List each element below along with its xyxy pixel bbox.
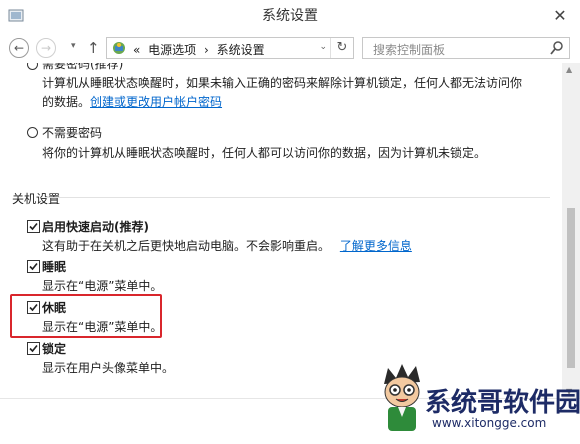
change-password-link[interactable]: 创建或更改用户帐户密码 <box>90 95 222 109</box>
lock-label: 锁定 <box>42 342 67 356</box>
checkmark-icon <box>29 303 38 312</box>
hibernate-checkbox[interactable] <box>27 301 40 314</box>
hibernate-desc: 显示在“电源”菜单中。 <box>42 320 163 334</box>
up-button[interactable]: ↑ <box>87 39 100 57</box>
fast-startup-desc: 这有助于在关机之后更快地启动电脑。不会影响重启。 了解更多信息 <box>42 237 412 254</box>
require-password-desc-2: 的数据。创建或更改用户帐户密码 <box>42 93 222 110</box>
no-password-desc: 将你的计算机从睡眠状态唤醒时，任何人都可以访问你的数据，因为计算机未锁定。 <box>42 146 487 160</box>
sleep-desc: 显示在“电源”菜单中。 <box>42 279 163 293</box>
search-placeholder: 搜索控制面板 <box>373 43 446 57</box>
chevron-down-icon[interactable]: ⌄ <box>319 42 327 52</box>
vertical-scrollbar[interactable]: ▲ ▼ <box>562 63 580 398</box>
breadcrumb-overflow[interactable]: « <box>133 43 140 57</box>
control-panel-icon <box>113 42 125 54</box>
watermark-url: www.xitongge.com <box>432 416 547 430</box>
section-divider <box>46 197 550 198</box>
require-password-label: 需要密码(推荐) <box>42 63 124 71</box>
fast-startup-checkbox[interactable] <box>27 220 40 233</box>
require-password-desc-2-text: 的数据。 <box>42 95 91 109</box>
refresh-button[interactable]: ↻ <box>330 38 353 58</box>
fast-startup-desc-text: 这有助于在关机之后更快地启动电脑。不会影响重启。 <box>42 239 331 253</box>
require-password-radio[interactable] <box>27 63 38 70</box>
checkmark-icon <box>29 344 38 353</box>
breadcrumb-system-settings[interactable]: 系统设置 <box>217 43 265 57</box>
close-button[interactable]: ✕ <box>548 4 572 28</box>
lock-checkbox[interactable] <box>27 342 40 355</box>
window-title: 系统设置 <box>262 8 318 24</box>
watermark-mascot-logo <box>384 364 420 431</box>
title-bar: 系统设置 ✕ <box>0 0 580 34</box>
shutdown-settings-header: 关机设置 <box>12 192 61 206</box>
require-password-desc-1: 计算机从睡眠状态唤醒时，如果未输入正确的密码来解除计算机锁定，任何人都无法访问你 <box>42 76 523 90</box>
navigation-bar: ← → ▾ ↑ « 电源选项 › 系统设置 ⌄ ↻ 搜索控制面板 <box>0 33 580 63</box>
back-button[interactable]: ← <box>9 38 29 58</box>
hibernate-label: 休眠 <box>42 301 67 315</box>
forward-button[interactable]: → <box>36 38 56 58</box>
recent-locations-dropdown[interactable]: ▾ <box>71 41 76 51</box>
fast-startup-label: 启用快速启动(推荐) <box>42 220 149 234</box>
search-icon <box>550 41 563 55</box>
address-bar[interactable]: « 电源选项 › 系统设置 ⌄ ↻ <box>106 37 354 59</box>
breadcrumb-power-options[interactable]: 电源选项 <box>148 43 196 57</box>
scrollbar-thumb[interactable] <box>567 208 575 368</box>
breadcrumb: « 电源选项 › 系统设置 <box>133 41 269 58</box>
learn-more-link[interactable]: 了解更多信息 <box>340 239 412 253</box>
watermark-title: 系统哥软件园 <box>425 388 580 418</box>
scroll-up-arrow-icon[interactable]: ▲ <box>566 65 572 74</box>
breadcrumb-separator: › <box>204 43 209 57</box>
sleep-label: 睡眠 <box>42 260 67 274</box>
settings-content: 需要密码(推荐) 计算机从睡眠状态唤醒时，如果未输入正确的密码来解除计算机锁定，… <box>0 63 562 398</box>
no-password-radio[interactable] <box>27 127 38 138</box>
lock-desc: 显示在用户头像菜单中。 <box>42 361 175 375</box>
no-password-label: 不需要密码 <box>42 126 103 140</box>
sleep-checkbox[interactable] <box>27 260 40 273</box>
checkmark-icon <box>29 222 38 231</box>
checkmark-icon <box>29 262 38 271</box>
search-input[interactable]: 搜索控制面板 <box>362 37 570 59</box>
